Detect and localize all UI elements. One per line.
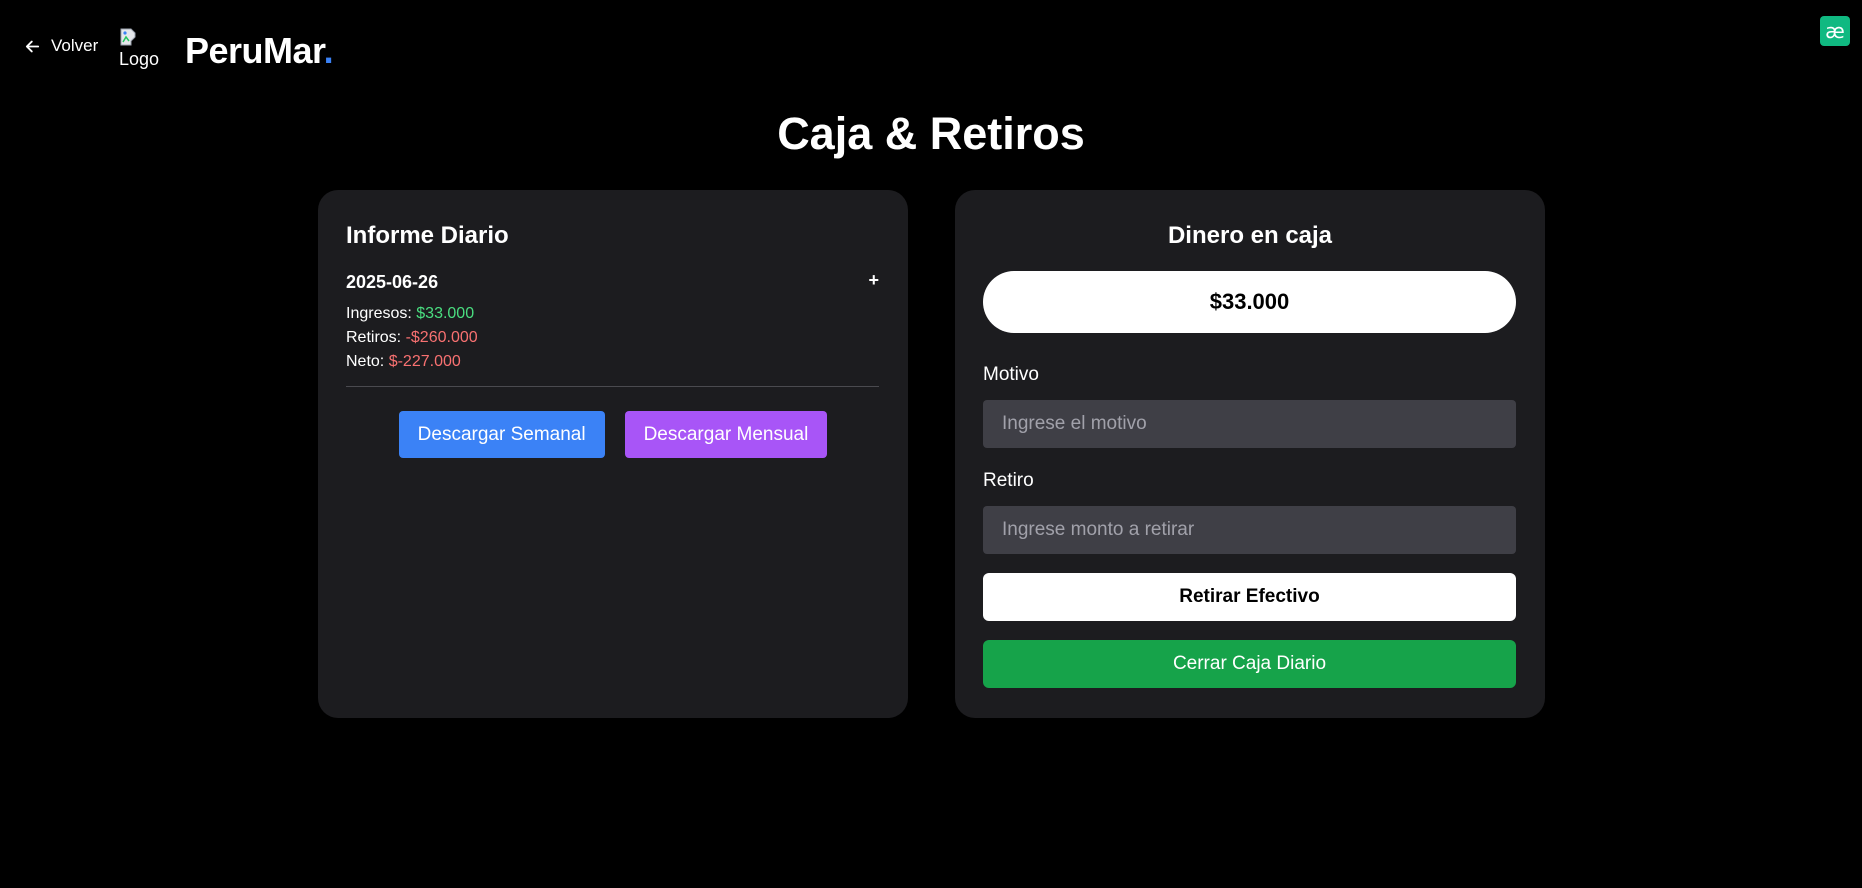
arrow-left-icon	[25, 40, 40, 52]
cash-box-title: Dinero en caja	[1167, 222, 1333, 249]
brand-dot: .	[323, 30, 334, 71]
reason-label: Motivo	[983, 364, 1039, 385]
back-label: Volver	[51, 36, 99, 55]
brand-text: PeruMar	[185, 30, 324, 71]
income-label: Ingresos:	[346, 305, 412, 322]
income-line: Ingresos: $33.000	[346, 302, 879, 326]
download-buttons: Descargar Semanal Descargar Mensual	[318, 411, 908, 458]
net-line: Neto: $-227.000	[346, 350, 879, 374]
cash-box-card: Dinero en caja $33.000 Motivo Retiro Ret…	[955, 190, 1545, 718]
back-link[interactable]: Volver	[24, 36, 98, 56]
close-daily-cash-button[interactable]: Cerrar Caja Diario	[983, 640, 1516, 688]
withdraw-amount-input[interactable]	[983, 506, 1516, 554]
download-weekly-button[interactable]: Descargar Semanal	[398, 411, 605, 458]
page: Volver Logo PeruMar. æ Caja & Retiros In…	[0, 0, 1862, 888]
daily-report-title: Informe Diario	[346, 222, 509, 249]
report-date: 2025-06-26	[346, 272, 439, 292]
withdraw-cash-button[interactable]: Retirar Efectivo	[983, 573, 1516, 621]
page-title: Caja & Retiros	[777, 108, 1085, 159]
logo-alt-text: Logo	[119, 49, 160, 69]
reason-input[interactable]	[983, 400, 1516, 448]
brand-name: PeruMar.	[185, 30, 334, 72]
report-entry: 2025-06-26 + Ingresos: $33.000 Retiros: …	[346, 270, 879, 387]
logo: Logo	[118, 28, 162, 72]
daily-report-card: Informe Diario 2025-06-26 + Ingresos: $3…	[318, 190, 908, 718]
net-value: $-227.000	[388, 353, 461, 370]
withdraw-label: Retiro	[983, 470, 1034, 491]
cash-amount: $33.000	[983, 271, 1516, 333]
net-label: Neto:	[346, 353, 385, 370]
income-value: $33.000	[416, 305, 475, 322]
extension-icon[interactable]: æ	[1820, 16, 1850, 46]
withdrawals-value: -$260.000	[405, 329, 478, 346]
withdrawals-label: Retiros:	[346, 329, 402, 346]
broken-image-icon	[120, 28, 136, 46]
withdrawals-line: Retiros: -$260.000	[346, 326, 879, 350]
download-monthly-button[interactable]: Descargar Mensual	[624, 411, 828, 458]
expand-entry-button[interactable]: +	[868, 270, 879, 291]
